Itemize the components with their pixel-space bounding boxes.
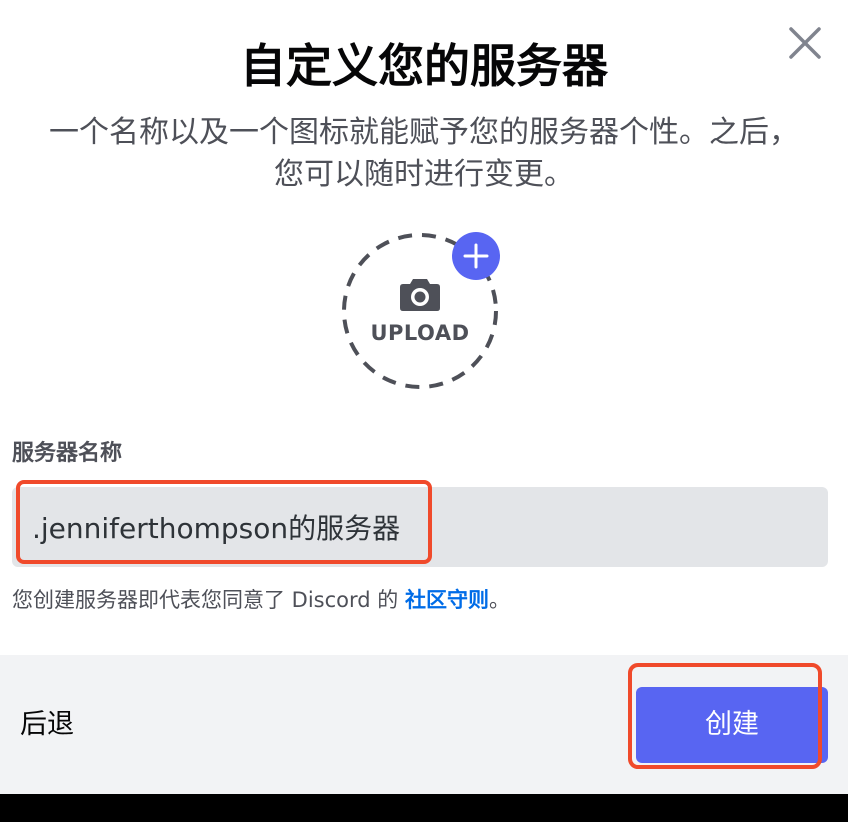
create-server-modal: 自定义您的服务器 一个名称以及一个图标就能赋予您的服务器个性。之后，您可以随时进… bbox=[0, 0, 848, 794]
modal-subtitle: 一个名称以及一个图标就能赋予您的服务器个性。之后，您可以随时进行变更。 bbox=[49, 115, 799, 192]
server-name-field-container bbox=[12, 487, 828, 567]
back-button[interactable]: 后退 bbox=[20, 707, 74, 743]
modal-footer: 后退 创建 bbox=[0, 655, 848, 794]
server-name-input[interactable] bbox=[32, 487, 812, 567]
modal-title: 自定义您的服务器 bbox=[240, 39, 608, 93]
community-guidelines-link[interactable]: 社区守则 bbox=[405, 588, 489, 612]
terms-suffix: 。 bbox=[488, 588, 510, 612]
terms-prefix: 您创建服务器即代表您同意了 Discord 的 bbox=[12, 588, 405, 612]
icon-upload-button[interactable]: UPLOAD bbox=[341, 232, 500, 390]
plus-icon bbox=[463, 243, 489, 269]
camera-icon bbox=[400, 279, 440, 311]
terms-notice: 您创建服务器即代表您同意了 Discord 的 社区守则。 bbox=[12, 584, 510, 616]
upload-label: UPLOAD bbox=[370, 321, 470, 345]
create-button[interactable]: 创建 bbox=[636, 687, 828, 763]
bottom-bar bbox=[0, 794, 848, 822]
server-name-label: 服务器名称 bbox=[12, 441, 123, 466]
add-icon-badge[interactable] bbox=[452, 232, 500, 280]
